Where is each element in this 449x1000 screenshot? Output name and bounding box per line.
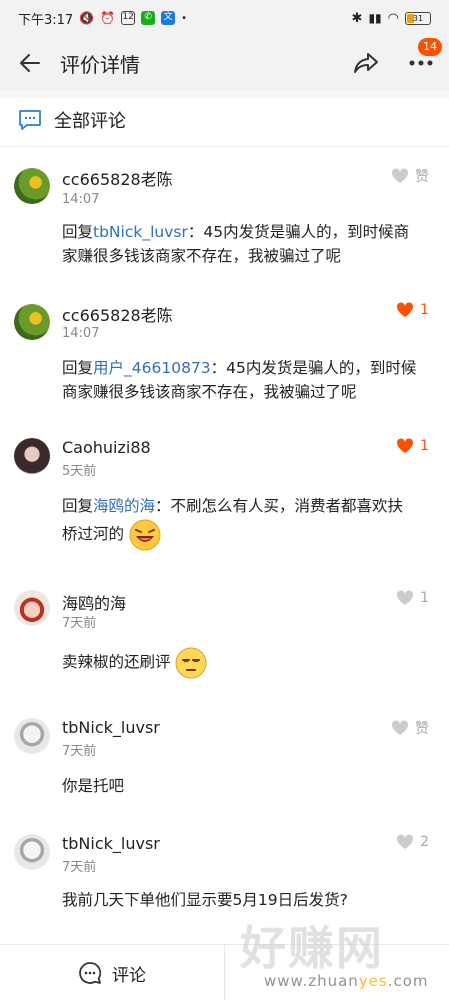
bluetooth-icon: ✱ bbox=[351, 10, 363, 26]
comment-item[interactable]: cc665828老陈 14:07 赞 回复tbNick_luvsr：45内发货是… bbox=[0, 150, 449, 280]
reply-to-link[interactable]: 用户_46610873 bbox=[93, 359, 211, 377]
heart-icon bbox=[391, 168, 409, 183]
heart-icon bbox=[397, 302, 414, 317]
avatar[interactable] bbox=[14, 718, 50, 754]
avatar[interactable] bbox=[14, 304, 50, 340]
comment-body: 回复用户_46610873：45内发货是骗人的，到时候 商家赚很多钱该商家不存在… bbox=[62, 356, 434, 404]
like-button[interactable]: 赞 bbox=[391, 166, 429, 186]
comment-item[interactable]: tbNick_luvsr 7天前 2 我前几天下单他们显示要5月19日后发货? bbox=[0, 820, 449, 942]
comment-button[interactable]: 评论 bbox=[0, 945, 225, 1000]
like-button[interactable]: 1 bbox=[396, 590, 429, 606]
comment-time: 7天前 bbox=[62, 616, 97, 631]
comment-time: 14:07 bbox=[62, 192, 100, 207]
comment-body: 我前几天下单他们显示要5月19日后发货? bbox=[62, 888, 434, 912]
like-count: 赞 bbox=[415, 169, 429, 185]
app-header: 评价详情 14 bbox=[0, 36, 449, 90]
heart-icon bbox=[391, 720, 409, 735]
comment-text: 卖辣椒的还刷评 bbox=[62, 653, 171, 671]
comment-item[interactable]: 海鸥的海 7天前 1 卖辣椒的还刷评 bbox=[0, 578, 449, 696]
comment-text-line1: ：45内发货是骗人的，到时候商 bbox=[187, 223, 410, 241]
arrow-left-icon bbox=[20, 54, 40, 72]
comment-text-line2: 家赚很多钱该商家不存在，我被骗过了呢 bbox=[62, 247, 342, 265]
dot-icon: • bbox=[181, 12, 188, 24]
comment-item[interactable]: Caohuizi88 5天前 1 回复海鸥的海：不刷怎么有人买，消费者都喜欢扶 … bbox=[0, 422, 449, 572]
comment-username[interactable]: Caohuizi88 bbox=[62, 438, 151, 457]
comment-username[interactable]: cc665828老陈 bbox=[62, 166, 173, 190]
like-button[interactable]: 1 bbox=[396, 302, 429, 318]
unamused-emoji-icon bbox=[175, 647, 207, 678]
comment-body: 回复tbNick_luvsr：45内发货是骗人的，到时候商 家赚很多钱该商家不存… bbox=[62, 220, 434, 268]
status-time: 下午3:17 bbox=[18, 12, 74, 28]
avatar[interactable] bbox=[14, 438, 50, 474]
share-button[interactable] bbox=[350, 48, 382, 78]
alarm-icon: ⏰ bbox=[100, 11, 116, 25]
comment-icon bbox=[19, 110, 41, 130]
like-count: 赞 bbox=[415, 721, 429, 737]
heart-icon bbox=[397, 590, 414, 605]
comment-item[interactable]: tbNick_luvsr 7天前 赞 你是托吧 bbox=[0, 702, 449, 814]
comment-item[interactable]: cc665828老陈 14:07 1 回复用户_46610873：45内发货是骗… bbox=[0, 286, 449, 416]
notification-badge: 14 bbox=[418, 38, 442, 56]
comment-text-line2: 商家赚很多钱该商家不存在，我被骗过了呢 bbox=[62, 383, 357, 401]
back-button[interactable] bbox=[0, 36, 60, 90]
reply-prefix: 回复 bbox=[62, 223, 94, 241]
comment-username[interactable]: tbNick_luvsr bbox=[62, 834, 160, 853]
comment-username[interactable]: tbNick_luvsr bbox=[62, 718, 160, 737]
section-title: 全部评论 bbox=[54, 111, 126, 132]
header-divider bbox=[0, 90, 449, 98]
like-button[interactable]: 2 bbox=[396, 834, 429, 850]
comment-time: 14:07 bbox=[62, 326, 100, 341]
reply-prefix: 回复 bbox=[62, 497, 94, 515]
heart-icon bbox=[397, 834, 414, 849]
heart-icon bbox=[397, 438, 414, 453]
battery-level: 31 bbox=[412, 13, 424, 23]
section-divider bbox=[0, 146, 449, 147]
share-icon bbox=[354, 53, 378, 73]
mute-icon: 🔇 bbox=[79, 11, 95, 25]
status-bar: 下午3:17 🔇 ⏰ 12 ✆ 文 • ✱ ▮▮ ◠ 31 bbox=[0, 0, 449, 36]
signal-icon: ▮▮ bbox=[368, 11, 382, 25]
more-icon bbox=[409, 60, 433, 66]
reply-to-link[interactable]: 海鸥的海 bbox=[93, 497, 155, 515]
comment-text-line2: 桥过河的 bbox=[62, 525, 125, 543]
laughing-emoji-icon bbox=[129, 519, 161, 550]
comment-username[interactable]: 海鸥的海 bbox=[62, 590, 126, 614]
reply-to-link[interactable]: tbNick_luvsr bbox=[93, 223, 188, 241]
comment-text: 我前几天下单他们显示要5月19日后发货? bbox=[62, 891, 348, 909]
comment-text-line1: ：不刷怎么有人买，消费者都喜欢扶 bbox=[155, 497, 404, 515]
like-button[interactable]: 1 bbox=[396, 438, 429, 454]
bottom-bar: 评论 bbox=[0, 944, 449, 1000]
status-left: 下午3:17 🔇 ⏰ 12 ✆ 文 • bbox=[18, 9, 187, 28]
avatar[interactable] bbox=[14, 834, 50, 870]
comment-username[interactable]: cc665828老陈 bbox=[62, 302, 173, 326]
avatar[interactable] bbox=[14, 168, 50, 204]
calendar-icon: 12 bbox=[121, 11, 136, 25]
comment-body: 你是托吧 bbox=[62, 774, 434, 798]
app-icon: 文 bbox=[161, 11, 176, 25]
status-right: ✱ ▮▮ ◠ 31 bbox=[352, 11, 431, 26]
comment-time: 7天前 bbox=[62, 744, 97, 759]
comment-text: 你是托吧 bbox=[62, 777, 125, 795]
like-count: 2 bbox=[420, 834, 429, 850]
chat-bubble-icon bbox=[79, 962, 102, 984]
phone-icon: ✆ bbox=[141, 11, 156, 25]
comment-text-line1: ：45内发货是骗人的，到时候 bbox=[210, 359, 417, 377]
all-comments-header: 全部评论 bbox=[0, 98, 449, 142]
bottom-right-area[interactable] bbox=[225, 945, 449, 1000]
comment-time: 7天前 bbox=[62, 860, 97, 875]
like-count: 1 bbox=[420, 438, 429, 454]
like-button[interactable]: 赞 bbox=[391, 718, 429, 738]
wifi-icon: ◠ bbox=[387, 10, 399, 26]
comment-body: 卖辣椒的还刷评 bbox=[62, 646, 434, 679]
reply-prefix: 回复 bbox=[62, 359, 94, 377]
like-count: 1 bbox=[420, 302, 429, 318]
comment-body: 回复海鸥的海：不刷怎么有人买，消费者都喜欢扶 桥过河的 bbox=[62, 494, 434, 550]
comment-time: 5天前 bbox=[62, 464, 97, 479]
comment-button-label: 评论 bbox=[112, 965, 146, 986]
avatar[interactable] bbox=[14, 590, 50, 626]
page-title: 评价详情 bbox=[60, 52, 140, 77]
battery-icon: 31 bbox=[405, 11, 431, 25]
like-count: 1 bbox=[420, 590, 429, 606]
